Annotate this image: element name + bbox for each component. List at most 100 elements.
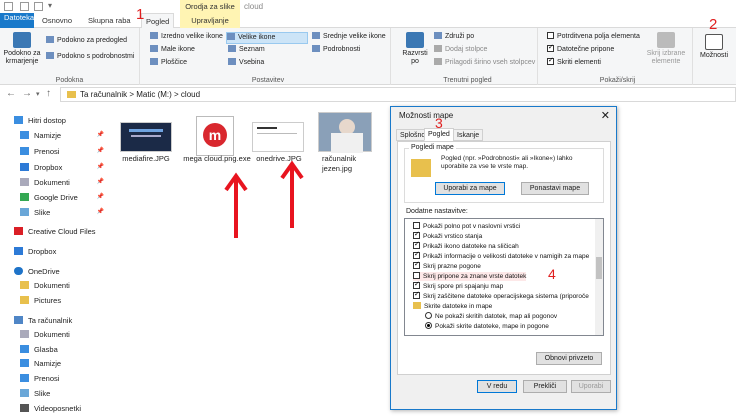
preview-pane-button[interactable]: Podokno za predogled [46,36,127,46]
adv-hide-empty-drives[interactable]: Skrij prazne pogone [413,260,481,271]
add-columns-button[interactable]: Dodaj stolpce [434,45,487,55]
layout-extra-large[interactable]: Izredno velike ikone [150,32,223,42]
adv-hide-extensions[interactable]: Skrij pripone za znane vrste datotek [413,272,527,281]
tab-search[interactable]: Iskanje [453,129,484,141]
checkbox[interactable] [413,272,420,279]
checkbox[interactable] [413,260,420,269]
nav-pane-button[interactable]: Podokno za krmarjenje [2,32,42,66]
nav-dropbox[interactable]: Dropbox [14,247,56,256]
nav-item-od-pictures[interactable]: Pictures [20,296,61,305]
layout-medium[interactable]: Srednje velike ikone [312,32,386,42]
layout-list[interactable]: Seznam [228,45,265,55]
options-button[interactable]: Možnosti [698,34,730,60]
checkbox[interactable] [413,250,420,259]
nav-this-pc[interactable]: Ta računalnik [14,316,72,325]
extensions-toggle[interactable]: Datotečne pripone [547,43,614,55]
adv-status-bar[interactable]: Pokaži vrstico stanja [413,230,482,241]
racunalnik-thumbnail[interactable] [318,112,372,153]
tab-view[interactable]: Pogled [141,13,175,29]
properties-icon[interactable] [20,2,29,11]
cancel-button[interactable]: Prekliči [523,380,567,393]
apply-button[interactable]: Uporabi [571,380,611,393]
adv-full-path[interactable]: Pokaži polno pot v naslovni vrstici [413,222,520,231]
onedrive-thumbnail[interactable] [252,122,304,152]
recent-chevron-icon[interactable]: ▾ [36,90,40,98]
tab-manage[interactable]: Upravljanje [180,13,240,28]
nav-item-pc-desktop[interactable]: Namizje [20,359,61,368]
close-icon[interactable]: ✕ [601,109,610,122]
checkbox[interactable] [547,56,554,66]
adv-size-info[interactable]: Prikaži informacije o velikosti datoteke… [413,250,589,261]
tab-share[interactable]: Skupna raba [84,13,135,28]
tab-file[interactable]: Datoteka [0,13,34,28]
checkbox[interactable] [413,222,420,229]
nav-onedrive[interactable]: OneDrive [14,267,60,276]
adv-label: Skrij spore pri spajanju map [423,283,504,290]
apply-to-folders-button[interactable]: Uporabi za mape [435,182,505,195]
mega-file-icon[interactable]: m [196,116,234,156]
item-checkboxes-label: Potrditvena polja elementa [557,33,640,40]
hidden-items-toggle[interactable]: Skriti elementi [547,56,601,68]
nav-item-dropbox[interactable]: Dropbox 📌 [20,163,110,172]
radio[interactable] [425,312,432,319]
reset-folders-button[interactable]: Ponastavi mape [521,182,589,195]
layout-small-label: Male ikone [161,46,195,53]
adv-protected-os-files[interactable]: Skrij zaščitene datoteke operacijskega s… [413,290,589,301]
checkbox[interactable] [413,240,420,249]
nav-item-desktop[interactable]: Namizje 📌 [20,131,110,140]
nav-item-pc-music[interactable]: Glasba [20,345,58,354]
hide-selected-button[interactable]: Skrij izbrane elemente [643,32,689,66]
details-pane-button[interactable]: Podokno s podrobnostmi [46,52,134,62]
forward-arrow-icon[interactable]: → [22,88,32,99]
tab-home[interactable]: Osnovno [38,13,76,28]
radio[interactable] [425,322,432,329]
qa-dropdown-icon[interactable]: ▾ [48,1,52,10]
advanced-settings-list[interactable]: Pokaži polno pot v naslovni vrstici Poka… [404,218,604,336]
layout-details[interactable]: Podrobnosti [312,45,360,55]
nav-quick-access[interactable]: Hitri dostop [14,116,66,125]
ok-button[interactable]: V redu [477,380,517,393]
file-mediafire[interactable]: mediafire.JPG [110,154,182,164]
layout-content[interactable]: Vsebina [228,58,264,68]
fit-columns-button[interactable]: Prilagodi širino vseh stolpcev [434,58,535,68]
layout-tiles[interactable]: Ploščice [150,58,187,68]
nav-item-pc-downloads[interactable]: Prenosi [20,374,59,383]
file-racunalnik[interactable]: računalnik jezen.jpg [322,154,370,174]
large-icons-icon [227,33,235,40]
up-arrow-icon[interactable]: ↑ [46,88,51,99]
file-mega[interactable]: mega cloud.png.exe [182,154,252,164]
nav-item-pc-videos[interactable]: Videoposnetki [20,404,81,413]
sort-by-button[interactable]: Razvrsti po [400,32,430,66]
nav-item-od-documents[interactable]: Dokumenti [20,281,70,290]
checkbox[interactable] [413,230,420,239]
layout-small[interactable]: Male ikone [150,45,195,55]
item-checkboxes-toggle[interactable]: Potrditvena polja elementa [547,32,640,42]
checkbox[interactable] [413,280,420,289]
adv-merge-conflicts[interactable]: Skrij spore pri spajanju map [413,280,504,291]
nav-item-downloads[interactable]: Prenosi 📌 [20,147,110,156]
adv-file-icon-thumbnails[interactable]: Prikaži ikono datoteke na sličicah [413,240,519,251]
annotation-1: 1 [136,6,145,23]
nav-item-google-drive[interactable]: Google Drive 📌 [20,193,110,202]
adv-show-hidden[interactable]: Pokaži skrite datoteke, mape in pogone [425,322,549,331]
layout-large[interactable]: Velike ikone [226,32,308,44]
layout-content-label: Vsebina [239,59,265,66]
new-folder-icon[interactable] [34,2,43,11]
nav-item-label: Prenosi [34,147,60,156]
nav-item-documents[interactable]: Dokumenti 📌 [20,178,110,187]
back-arrow-icon[interactable]: ← [6,88,16,99]
nav-item-pc-pictures[interactable]: Slike [20,389,50,398]
nav-item-pictures[interactable]: Slike 📌 [20,208,110,217]
nav-creative-cloud[interactable]: Creative Cloud Files [14,227,96,236]
group-by-button[interactable]: Združi po [434,32,474,42]
checkbox[interactable] [413,290,420,299]
restore-defaults-button[interactable]: Obnovi privzeto [536,352,602,365]
scrollbar-thumb[interactable] [596,257,602,279]
mediafire-thumbnail[interactable] [120,122,172,152]
address-bar[interactable]: Ta računalnik > Matic (M:) > cloud [60,87,736,102]
advanced-list-scrollbar[interactable] [595,219,603,335]
nav-item-pc-documents[interactable]: Dokumenti [20,330,70,339]
adv-dont-show-hidden[interactable]: Ne pokaži skritih datotek, map ali pogon… [425,312,557,321]
checkbox[interactable] [547,32,554,39]
checkbox[interactable] [547,43,554,53]
